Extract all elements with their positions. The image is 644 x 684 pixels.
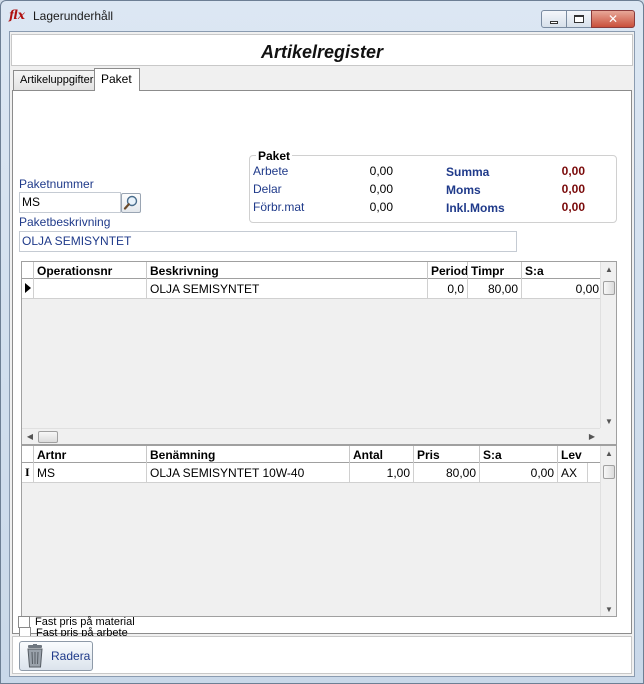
search-icon [123,195,138,210]
paket-tab-panel: Paketnummer MS Paketbeskrivning OLJA SEM… [12,90,632,639]
app-logo-icon: flx [9,8,25,22]
page-title: Artikelregister [260,42,384,62]
scroll-thumb[interactable] [603,465,615,479]
col-artnr[interactable]: Artnr [34,446,147,463]
maximize-icon [574,15,584,23]
row-selector-icon [22,279,34,299]
cell-lev[interactable]: AX [558,463,588,483]
col-period[interactable]: Period [428,262,468,279]
cell-antal[interactable]: 1,00 [350,463,414,483]
window-controls: ✕ [541,10,635,28]
radera-button[interactable]: Radera [19,641,93,671]
client-area: Artikelregister Artikeluppgifter Paket P… [9,31,635,677]
table-row[interactable]: OLJA SEMISYNTET 0,0 80,00 0,00 [22,279,600,299]
inkl-moms-label: Inkl.Moms [446,201,505,215]
summa-label: Summa [446,165,490,179]
forbrmat-value: 0,00 [369,200,393,214]
fast-pris-material-option[interactable]: Fast pris på material [18,616,135,628]
articles-grid-header: Artnr Benämning Antal Pris S:a Lev [22,446,600,463]
col-sa[interactable]: S:a [522,262,602,279]
arbete-value: 0,00 [369,164,393,178]
scroll-down-icon[interactable]: ▼ [601,417,617,426]
fast-pris-material-label: Fast pris på material [35,616,135,628]
scroll-left-icon[interactable]: ◀ [22,432,38,441]
minimize-icon [550,20,558,24]
cell-period[interactable]: 0,0 [428,279,468,299]
cell-beskrivning[interactable]: OLJA SEMISYNTET [147,279,428,299]
col-lev[interactable]: Lev [558,446,602,463]
title-bar[interactable]: flx Lagerunderhåll ✕ [1,1,643,31]
col-beskrivning[interactable]: Beskrivning [147,262,428,279]
cell-operationsnr[interactable] [34,279,147,299]
col-operationsnr[interactable]: Operationsnr [34,262,147,279]
row-indicator-header [22,446,34,463]
tab-paket[interactable]: Paket [94,68,140,91]
app-window: flx Lagerunderhåll ✕ Artikelregister Art… [0,0,644,684]
cell-benamning[interactable]: OLJA SEMISYNTET 10W-40 [147,463,350,483]
col-timpr[interactable]: Timpr [468,262,522,279]
radera-label: Radera [51,649,91,663]
inkl-moms-value: 0,00 [561,200,585,214]
moms-label: Moms [446,183,481,197]
paketbeskrivning-label: Paketbeskrivning [19,215,111,229]
paketbeskrivning-input[interactable]: OLJA SEMISYNTET [19,231,517,252]
table-row[interactable]: I MS OLJA SEMISYNTET 10W-40 1,00 80,00 0… [22,463,600,483]
maximize-button[interactable] [566,10,592,28]
trash-can-icon [27,644,43,668]
close-button[interactable]: ✕ [591,10,635,28]
cell-pris[interactable]: 80,00 [414,463,480,483]
paket-group-title: Paket [256,149,293,163]
bottom-toolbar: Radera [12,636,632,674]
operations-grid[interactable]: Operationsnr Beskrivning Period Timpr S:… [21,261,617,445]
row-edit-cursor-icon: I [22,463,34,483]
col-pris[interactable]: Pris [414,446,480,463]
fast-pris-material-checkbox[interactable] [18,616,30,628]
scroll-up-icon[interactable]: ▲ [601,265,617,274]
cell-timpr[interactable]: 80,00 [468,279,522,299]
horizontal-scroll-thumb[interactable] [38,431,58,443]
scroll-up-icon[interactable]: ▲ [601,449,617,458]
window-title: Lagerunderhåll [33,9,114,23]
cell-sa[interactable]: 0,00 [522,279,602,299]
articles-grid[interactable]: Artnr Benämning Antal Pris S:a Lev I MS … [21,445,617,617]
tab-artikeluppgifter[interactable]: Artikeluppgifter [13,70,95,91]
cell-artnr[interactable]: MS [34,463,147,483]
operations-grid-header: Operationsnr Beskrivning Period Timpr S:… [22,262,600,279]
summa-value: 0,00 [561,164,585,178]
delar-value: 0,00 [369,182,393,196]
col-benamning[interactable]: Benämning [147,446,350,463]
paket-summary-group: Paket Arbete 0,00 Summa 0,00 Delar 0,00 … [249,149,617,223]
header-banner: Artikelregister [11,34,633,66]
scroll-thumb[interactable] [603,281,615,295]
delar-label: Delar [253,182,282,196]
scroll-down-icon[interactable]: ▼ [601,605,617,614]
row-indicator-header [22,262,34,279]
paketnummer-label: Paketnummer [19,177,94,191]
forbrmat-label: Förbr.mat [253,200,305,214]
operations-horizontal-scrollbar[interactable]: ◀ ▶ [22,428,600,444]
minimize-button[interactable] [541,10,567,28]
col-sa[interactable]: S:a [480,446,558,463]
arbete-label: Arbete [253,164,289,178]
operations-vertical-scrollbar[interactable]: ▲ ▼ [600,262,616,428]
scroll-right-icon[interactable]: ▶ [584,432,600,441]
paketnummer-input[interactable]: MS [19,192,121,213]
articles-vertical-scrollbar[interactable]: ▲ ▼ [600,446,616,616]
cell-sa[interactable]: 0,00 [480,463,558,483]
col-antal[interactable]: Antal [350,446,414,463]
moms-value: 0,00 [561,182,585,196]
paketnummer-search-button[interactable] [121,193,141,213]
close-icon: ✕ [607,12,619,26]
